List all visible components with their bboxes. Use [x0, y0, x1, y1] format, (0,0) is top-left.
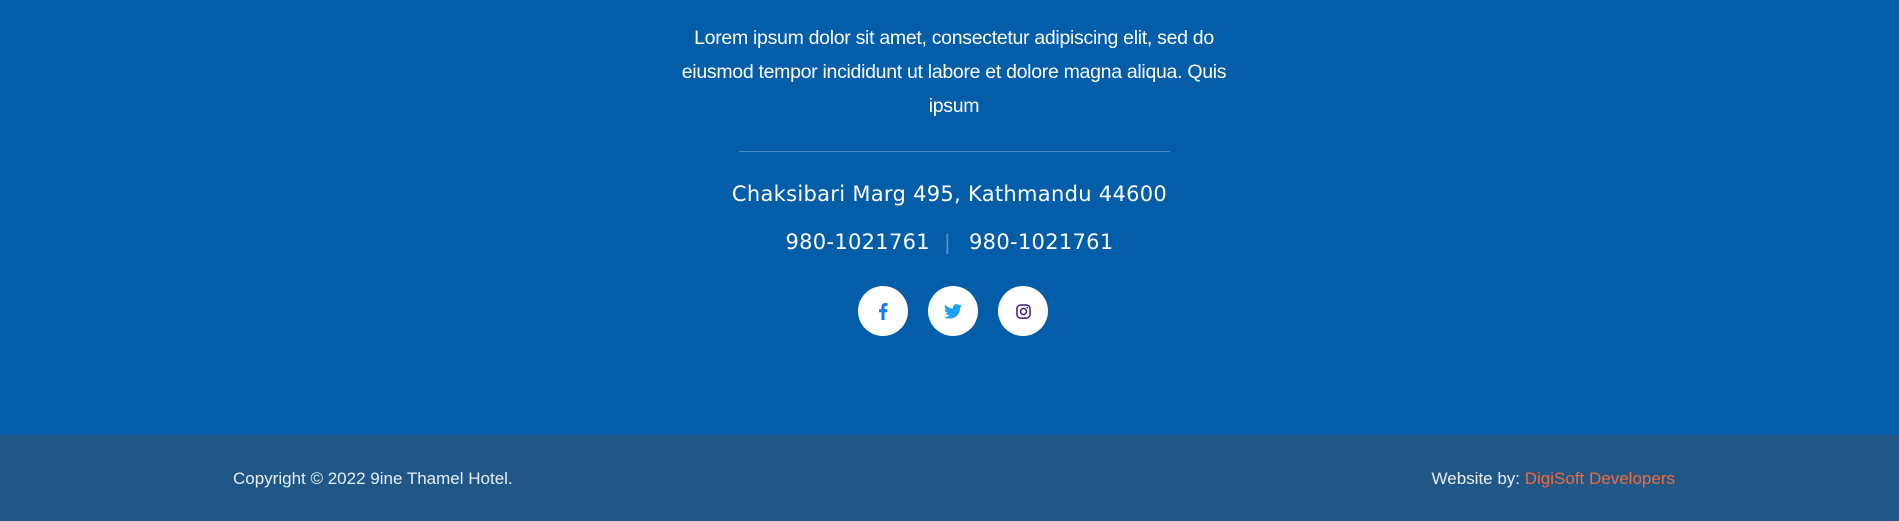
instagram-icon	[1015, 303, 1031, 319]
phone-separator: |	[943, 230, 952, 254]
facebook-icon	[879, 302, 888, 320]
twitter-icon	[944, 303, 962, 319]
twitter-button[interactable]	[928, 286, 978, 336]
credit-label: Website by:	[1431, 469, 1525, 488]
footer-divider	[739, 151, 1170, 152]
copyright-text: Copyright © 2022 9ine Thamel Hotel.	[233, 469, 513, 488]
phone-link-1[interactable]: 980-1021761	[785, 230, 930, 254]
social-links	[858, 286, 1048, 336]
facebook-button[interactable]	[858, 286, 908, 336]
credit: Website by: DigiSoft Developers	[1432, 469, 1675, 489]
footer-phones: 980-1021761 | 980-1021761	[0, 228, 1899, 256]
footer-about-text: Lorem ipsum dolor sit amet, consectetur …	[681, 27, 1227, 117]
footer-address: Chaksibari Marg 495, Kathmandu 44600	[731, 182, 1168, 206]
instagram-button[interactable]	[998, 286, 1048, 336]
copyright-bar: Copyright © 2022 9ine Thamel Hotel. Webs…	[0, 435, 1899, 521]
developer-link[interactable]: DigiSoft Developers	[1525, 469, 1675, 488]
phone-link-2[interactable]: 980-1021761	[969, 230, 1114, 254]
footer-main: Lorem ipsum dolor sit amet, consectetur …	[0, 0, 1899, 435]
